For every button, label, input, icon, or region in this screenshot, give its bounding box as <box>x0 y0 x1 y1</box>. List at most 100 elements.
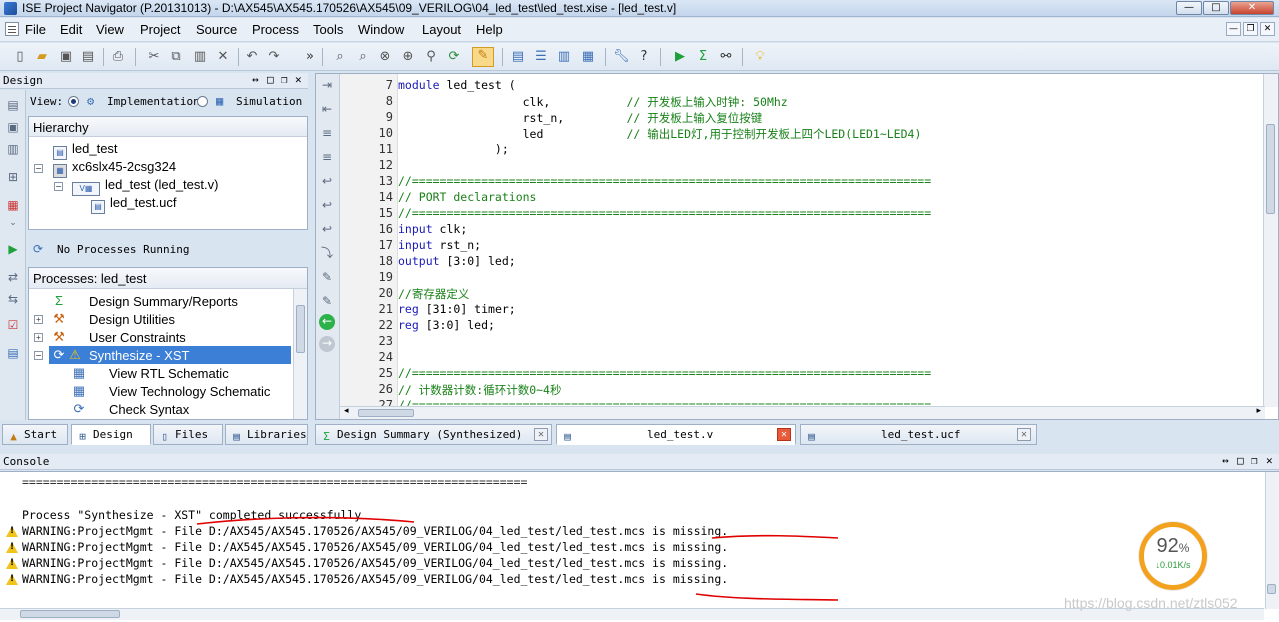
stop-icon[interactable]: ☑ <box>6 318 20 332</box>
uncomment-icon[interactable]: ≡ <box>320 150 334 164</box>
copy-icon[interactable]: ⧉ <box>168 49 184 65</box>
implementation-radio[interactable] <box>68 96 79 107</box>
zoom-fit-icon[interactable]: ⊗ <box>377 49 393 65</box>
help-context-icon[interactable]: ? <box>636 49 652 65</box>
tab-led-test-ucf[interactable]: ▤ led_test.ucf ✕ <box>800 424 1037 445</box>
collapse-toggle[interactable]: − <box>34 164 43 173</box>
menu-edit[interactable]: Edit <box>60 22 82 37</box>
scroll-thumb[interactable] <box>296 305 305 353</box>
editor-horizontal-scrollbar[interactable]: ◂ ▸ <box>340 406 1265 419</box>
collapse-toggle[interactable]: − <box>34 351 43 360</box>
document-menu-icon[interactable] <box>5 22 19 36</box>
refresh-icon[interactable]: ⟳ <box>446 49 462 65</box>
scroll-thumb[interactable] <box>1267 584 1276 594</box>
scroll-thumb[interactable] <box>1266 124 1275 214</box>
mdi-restore-icon[interactable]: ❐ <box>1243 22 1258 36</box>
menu-layout[interactable]: Layout <box>422 22 461 37</box>
remove-source-icon[interactable]: ▦ <box>6 198 20 212</box>
expand-toggle[interactable]: + <box>34 315 43 324</box>
tile-horizontal-icon[interactable]: ☰ <box>533 49 549 65</box>
rerun-icon[interactable]: ⇄ <box>6 270 20 284</box>
zoom-in-icon[interactable]: ⌕ <box>332 49 348 65</box>
undo-icon[interactable]: ↶ <box>244 49 260 65</box>
minimize-button[interactable]: — <box>1176 1 1202 15</box>
process-design-utilities[interactable]: + ⚒ Design Utilities <box>29 310 291 328</box>
simulation-radio[interactable] <box>197 96 208 107</box>
sigma-icon[interactable]: Σ <box>695 49 711 65</box>
implementation-label[interactable]: Implementation <box>107 95 200 108</box>
menu-process[interactable]: Process <box>252 22 299 37</box>
menu-file[interactable]: File <box>25 22 46 37</box>
lightbulb-icon[interactable]: 💡︎ <box>752 49 768 65</box>
panel-float-icon[interactable]: ↔ <box>252 73 259 86</box>
new-file-icon[interactable]: ▯ <box>12 49 28 65</box>
scroll-left-icon[interactable]: ◂ <box>344 406 349 416</box>
toolbar-overflow-icon[interactable]: » <box>302 49 318 65</box>
bookmark-icon[interactable]: ↩ <box>320 174 334 188</box>
tab-libraries[interactable]: ▤ Libraries <box>225 424 308 445</box>
simulation-label[interactable]: Simulation <box>236 95 302 108</box>
panel-maximize-icon[interactable]: □ <box>267 73 274 86</box>
tab-start[interactable]: ▲ Start <box>2 424 68 445</box>
edit-mode-icon[interactable]: ✎ <box>472 47 494 67</box>
process-view-rtl-schematic[interactable]: ▦ View RTL Schematic <box>29 364 291 382</box>
tab-led-test-v[interactable]: ▤ led_test.v ✕ <box>556 424 796 445</box>
hierarchy-icon[interactable]: ⊞ <box>6 170 20 184</box>
add-source-icon[interactable]: ▤ <box>6 98 20 112</box>
editor-vertical-scrollbar[interactable] <box>1263 74 1278 407</box>
panel-maximize-icon[interactable]: □ <box>1237 454 1244 467</box>
redo-icon[interactable]: ↷ <box>266 49 282 65</box>
network-speed-widget[interactable]: 92% ↓0.01K/s <box>1139 522 1207 590</box>
menu-window[interactable]: Window <box>358 22 404 37</box>
scroll-thumb[interactable] <box>358 409 414 417</box>
mdi-close-icon[interactable]: ✕ <box>1260 22 1275 36</box>
expand-more-icon[interactable]: ⌄ <box>6 216 20 230</box>
console-vertical-scrollbar[interactable] <box>1265 472 1279 609</box>
open-view-icon[interactable]: ▤ <box>6 346 20 360</box>
paste-icon[interactable]: ▥ <box>192 49 208 65</box>
rerun-all-icon[interactable]: ⇆ <box>6 292 20 306</box>
scroll-right-icon[interactable]: ▸ <box>1256 406 1261 416</box>
tree-item-project[interactable]: ▤ led_test <box>53 141 118 160</box>
new-source-icon[interactable]: ▥ <box>6 142 20 156</box>
panel-float-icon[interactable]: ↔ <box>1222 454 1229 467</box>
indent-icon[interactable]: ⇥ <box>320 78 334 92</box>
tree-item-device[interactable]: ▦ xc6slx45-2csg324 <box>53 159 176 178</box>
zoom-out-icon[interactable]: ⌕ <box>355 49 371 65</box>
cascade-windows-icon[interactable]: ▤ <box>510 49 526 65</box>
save-icon[interactable]: ▣ <box>58 49 74 65</box>
find-icon[interactable]: ⚲ <box>423 49 439 65</box>
tree-item-top-module[interactable]: V▦ led_test (led_test.v) <box>72 177 218 196</box>
maximize-button[interactable]: □ <box>1203 1 1229 15</box>
tab-files[interactable]: ▯ Files <box>153 424 223 445</box>
processes-scrollbar[interactable] <box>293 289 307 419</box>
cut-icon[interactable]: ✂ <box>146 49 162 65</box>
menu-help[interactable]: Help <box>476 22 503 37</box>
telescope-icon[interactable]: ⚯ <box>718 49 734 65</box>
goto-icon[interactable]: ⤵ <box>320 246 334 260</box>
comment-icon[interactable]: ≡ <box>320 126 334 140</box>
tile-vertical-icon[interactable]: ▥ <box>556 49 572 65</box>
menu-source[interactable]: Source <box>196 22 237 37</box>
bookmark-next-icon[interactable]: ↩ <box>320 198 334 212</box>
close-tab-icon[interactable]: ✕ <box>534 428 548 441</box>
process-view-technology-schematic[interactable]: ▦ View Technology Schematic <box>29 382 291 400</box>
tree-item-ucf[interactable]: ▤ led_test.ucf <box>91 195 177 214</box>
process-synthesize-xst[interactable]: ⟳ ⚠ Synthesize - XST <box>49 346 291 364</box>
collapse-toggle[interactable]: − <box>54 182 63 191</box>
zoom-area-icon[interactable]: ⊕ <box>400 49 416 65</box>
window-list-icon[interactable]: ▦ <box>580 49 596 65</box>
process-check-syntax[interactable]: ⟳ Check Syntax <box>29 400 291 418</box>
menu-project[interactable]: Project <box>140 22 180 37</box>
delete-icon[interactable]: ✕ <box>215 49 231 65</box>
process-user-constraints[interactable]: + ⚒ User Constraints <box>29 328 291 346</box>
scroll-thumb[interactable] <box>20 610 120 618</box>
settings-wrench-icon[interactable]: 🔧︎ <box>613 49 630 65</box>
run-icon[interactable]: ▶ <box>672 49 688 65</box>
run-process-icon[interactable]: ▶ <box>6 242 20 256</box>
close-button[interactable]: ✕ <box>1230 1 1274 15</box>
bookmark-prev-icon[interactable]: ↩ <box>320 222 334 236</box>
menu-view[interactable]: View <box>96 22 124 37</box>
mdi-minimize-icon[interactable]: — <box>1226 22 1241 36</box>
tool-icon[interactable]: ✎ <box>320 270 334 284</box>
